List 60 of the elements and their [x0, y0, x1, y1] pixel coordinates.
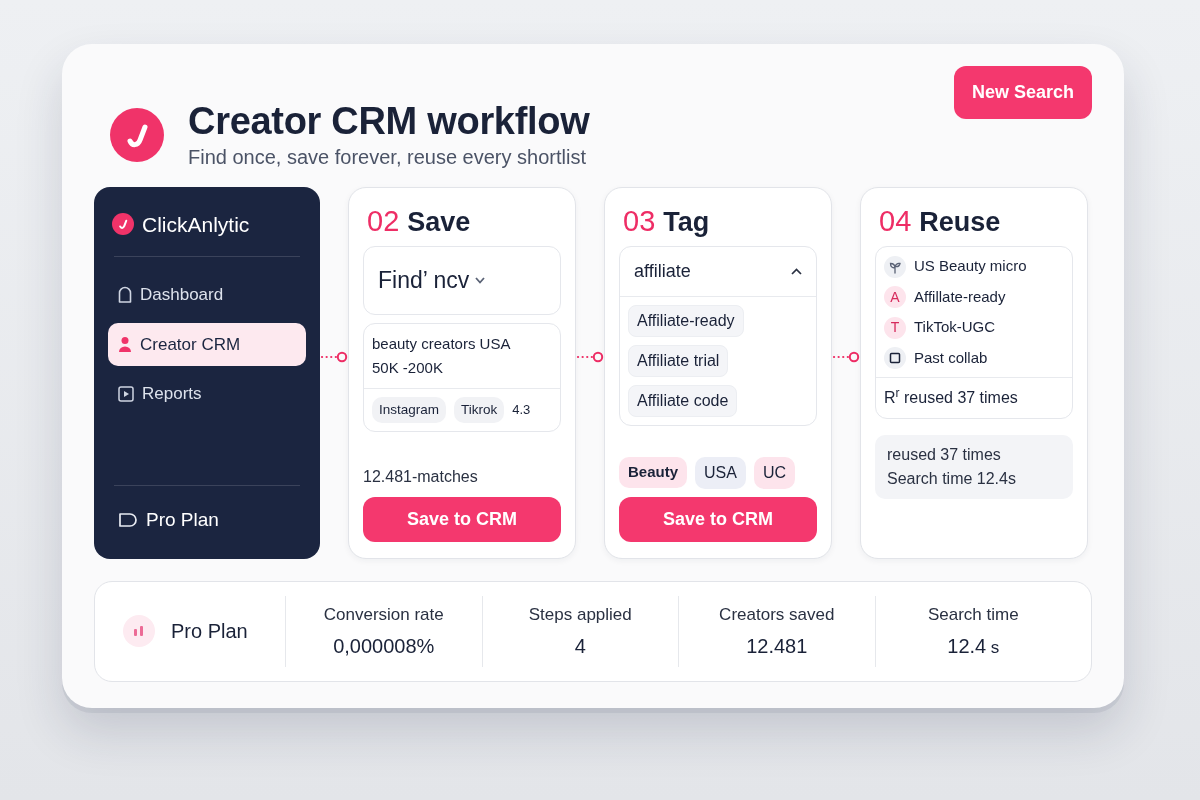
sprout-icon	[884, 255, 906, 278]
sidebar-item[interactable]: Creator CRM	[108, 322, 306, 367]
tag-chip[interactable]: USA	[695, 456, 746, 489]
dotted-connector	[576, 351, 604, 364]
sidebar-item[interactable]: Dashboard	[108, 273, 306, 317]
bar-chart-icon	[123, 615, 155, 648]
step-title: Tag	[663, 205, 710, 239]
stat-value: 0,000008%	[333, 635, 435, 658]
letter-avatar: A	[884, 286, 906, 309]
logo-icon	[110, 108, 164, 163]
new-search-button[interactable]: New Search	[953, 66, 1092, 119]
shortlist-name[interactable]: TikTok-UGC	[914, 316, 996, 339]
stat-label: Conversion rate	[323, 604, 444, 624]
dotted-connector	[832, 351, 860, 364]
stat-unit: s	[990, 638, 1000, 658]
stat-value: 4	[574, 635, 586, 658]
query-text: 50K -200K	[372, 359, 443, 376]
step-number: 02	[367, 203, 400, 239]
shortlist-name[interactable]: Past collab	[914, 347, 988, 370]
tag-chip[interactable]: UC	[753, 456, 796, 489]
stat-label: Search time	[927, 604, 1019, 624]
brand-name: ClickAnlytic	[142, 211, 250, 238]
summary-text: Search time 12.4s	[887, 470, 1016, 488]
arch-icon	[118, 286, 132, 304]
reuse-count: R$^{r}$ reused 37 times	[884, 389, 1018, 407]
query-text: beauty creators USA	[372, 335, 511, 352]
step-number: 04	[879, 203, 912, 239]
step-number: 03	[623, 203, 656, 239]
play-square-icon	[118, 385, 134, 402]
page-title: Creator CRM workflow	[188, 100, 590, 142]
save-to-crm-button[interactable]: Save to CRM	[363, 496, 561, 542]
stat-label: Creators saved	[719, 604, 835, 624]
step-title: Reuse	[919, 205, 1001, 239]
person-icon	[118, 335, 132, 353]
dropdown-option[interactable]: Affiliate code	[628, 385, 738, 418]
summary-text: reused 37 times	[887, 446, 1001, 464]
select-field[interactable]: Find’ ncv	[363, 246, 561, 315]
platform-tag: Tikrok	[454, 397, 505, 424]
step-title: Save	[407, 205, 471, 239]
brand-logo-icon	[112, 213, 134, 236]
sidebar-plan-item[interactable]: Pro Plan	[108, 502, 306, 539]
plan-name: Pro Plan	[171, 619, 248, 645]
shortlist-name[interactable]: Affillate-ready	[914, 286, 1006, 309]
dropdown-option[interactable]: Affiliate trial	[628, 345, 729, 378]
tag-chip[interactable]: Beauty	[619, 457, 688, 488]
stat-label: Steps applied	[528, 604, 632, 624]
dropdown-option[interactable]: Affiliate-ready	[628, 305, 744, 338]
match-count: 12.481-matches	[363, 467, 478, 485]
page-subtitle: Find once, save forever, reuse every shortlist	[188, 145, 586, 168]
value-text: 4.3	[512, 401, 531, 420]
save-to-crm-button[interactable]: Save to CRM	[619, 496, 817, 542]
stat-value: 12.481	[746, 635, 808, 658]
sidebar-item[interactable]: Reports	[108, 372, 306, 416]
tag-icon	[118, 512, 138, 529]
platform-tag: Instagram	[372, 397, 447, 424]
dotted-connector	[320, 351, 348, 364]
stat-value: 12.4	[947, 635, 987, 658]
letter-avatar: T	[884, 316, 906, 339]
shortlist-name[interactable]: US Beauty micro	[914, 255, 1027, 278]
dropdown-toggle[interactable]: affiliate	[620, 247, 816, 297]
